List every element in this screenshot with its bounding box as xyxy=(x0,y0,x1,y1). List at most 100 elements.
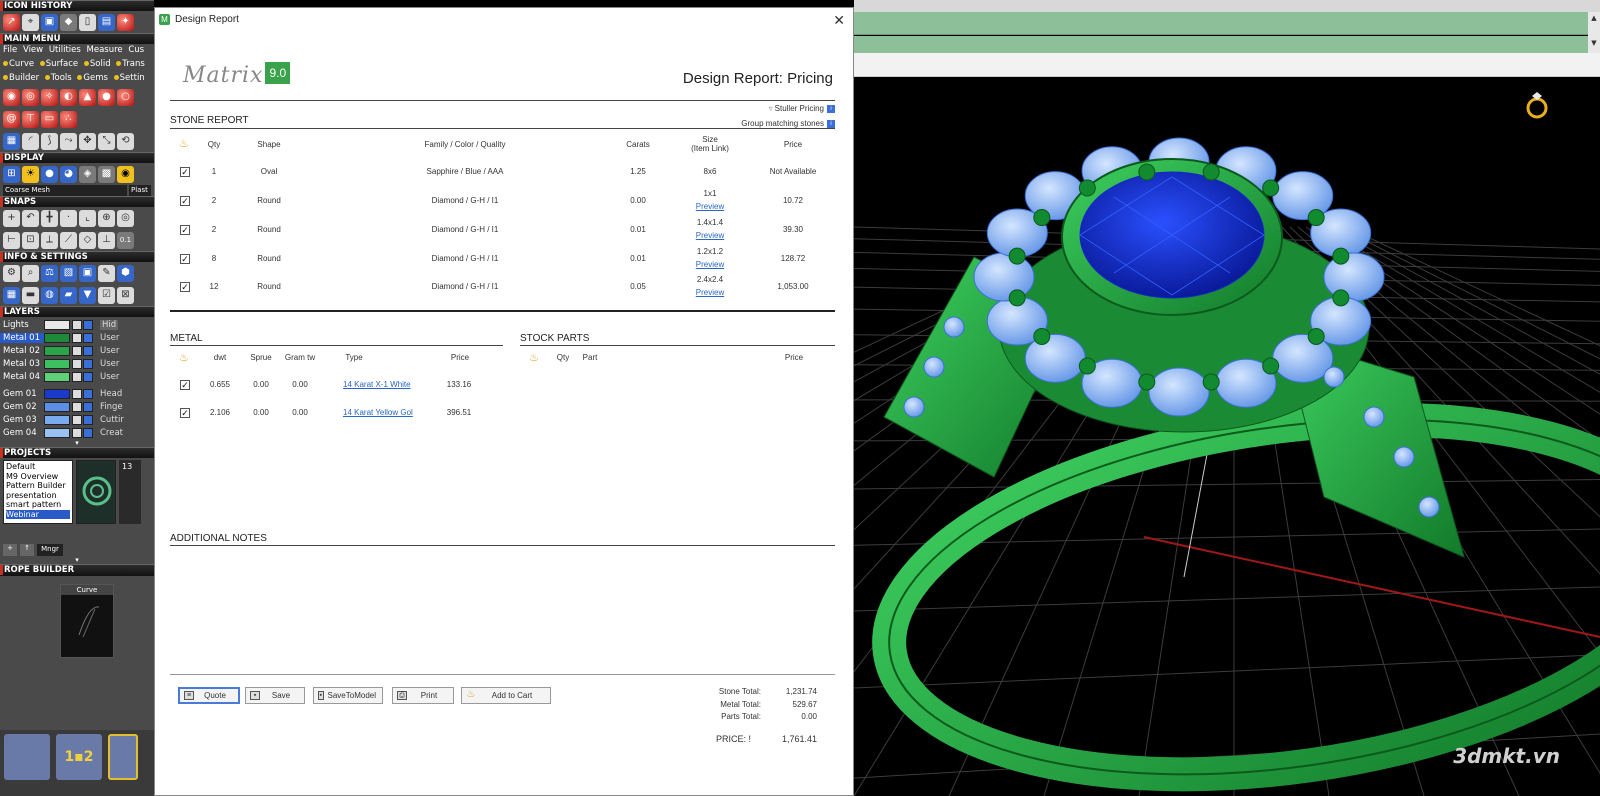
project-list[interactable]: Default M9 Overview Pattern Builder present… xyxy=(3,460,73,524)
ring-icon[interactable]: ○ xyxy=(117,88,134,106)
icon-history-header[interactable]: ICON HISTORY xyxy=(0,0,154,11)
layer-lock-toggle[interactable] xyxy=(83,332,93,343)
command-scroll[interactable]: ▲ ▼ xyxy=(1588,12,1600,53)
shank-icon[interactable]: ● xyxy=(98,88,115,106)
additional-notes-field[interactable] xyxy=(170,548,835,668)
save-to-model-button[interactable]: ▪ SaveToModel xyxy=(313,687,383,704)
layer-lock-toggle[interactable] xyxy=(83,427,93,438)
intersect-snap-icon[interactable]: ╋ xyxy=(41,209,58,227)
layers-header[interactable]: LAYERS xyxy=(0,306,154,317)
settings-gear-icon[interactable]: ⚙ xyxy=(3,264,20,282)
metal-type-link[interactable]: 14 Karat X-1 White xyxy=(343,378,423,391)
rope-builder-header[interactable]: ROPE BUILDER xyxy=(0,564,154,576)
volume-icon[interactable]: ▧ xyxy=(60,264,77,282)
layer-visibility-toggle[interactable] xyxy=(72,401,82,412)
rotate-icon[interactable]: ⟲ xyxy=(117,132,134,150)
cube-info-icon[interactable]: ▣ xyxy=(79,264,96,282)
render-sphere-icon[interactable]: ◕ xyxy=(60,165,77,183)
metal-type-link[interactable]: 14 Karat Yellow Gol xyxy=(343,406,423,419)
stuller-info-icon[interactable]: i xyxy=(827,104,835,113)
grid-display-icon[interactable]: ⊞ xyxy=(3,165,20,183)
mid-snap-icon[interactable]: ⊢ xyxy=(3,231,20,249)
snap-value-field[interactable]: 0.1 xyxy=(117,231,134,249)
menu-solid[interactable]: Solid xyxy=(90,59,111,69)
project-list-item[interactable]: Webinar xyxy=(6,509,70,519)
stone-preview-link[interactable]: Preview xyxy=(675,258,745,271)
stone-preview-link[interactable]: Preview xyxy=(675,229,745,242)
stone-row-checkbox[interactable]: ✓ xyxy=(180,225,190,235)
dialog-titlebar[interactable]: M Design Report xyxy=(155,8,853,31)
layer-color-swatch[interactable] xyxy=(44,401,70,412)
projects-collapse-icon[interactable]: ▾ xyxy=(0,556,154,564)
3d-viewport[interactable]: 3dmkt.vn xyxy=(854,77,1600,796)
menu-gems[interactable]: Gems xyxy=(83,73,108,83)
bead-icon[interactable]: ∴ xyxy=(60,110,77,128)
move-icon[interactable]: ✥ xyxy=(79,132,96,150)
display-mode-select[interactable]: Coarse Mesh xyxy=(3,185,127,196)
page-tool-icon[interactable]: ▯ xyxy=(79,13,96,31)
scale-icon[interactable]: ⤡ xyxy=(98,132,115,150)
selected-thumbnail-icon[interactable] xyxy=(108,734,138,780)
tangent-snap-icon[interactable]: ⊡ xyxy=(22,231,39,249)
prong-icon[interactable]: ✧ xyxy=(41,88,58,106)
stone-preview-link[interactable]: Preview xyxy=(675,286,745,299)
checklist-icon[interactable]: ☑ xyxy=(98,286,115,304)
globe-icon[interactable]: ◍ xyxy=(41,286,58,304)
bezel-icon[interactable]: ◎ xyxy=(22,88,39,106)
ring-rail-icon[interactable]: ◉ xyxy=(3,88,20,106)
project-list-item[interactable]: presentation xyxy=(6,491,70,501)
wire-display-icon[interactable]: ◈ xyxy=(79,165,96,183)
stone-row-checkbox[interactable]: ✓ xyxy=(180,282,190,292)
layer-lock-toggle[interactable] xyxy=(83,345,93,356)
menu-surface[interactable]: Surface xyxy=(46,59,78,69)
array-icon[interactable]: ▦ xyxy=(3,132,20,150)
layer-lock-toggle[interactable] xyxy=(83,401,93,412)
menu-measure[interactable]: Measure xyxy=(87,45,123,55)
curve-edit-icon[interactable]: ⟆ xyxy=(41,132,58,150)
layer-visibility-toggle[interactable] xyxy=(72,388,82,399)
layer-lock-toggle[interactable] xyxy=(83,388,93,399)
stone-row-checkbox[interactable]: ✓ xyxy=(180,196,190,206)
hide-button[interactable]: Hid xyxy=(100,319,119,330)
print-button[interactable]: ⎙ Print xyxy=(392,687,454,704)
group-matching-option[interactable]: Group matching stones i xyxy=(741,119,835,128)
quote-button[interactable]: ≡ Quote xyxy=(178,687,240,704)
curve-snap-icon[interactable]: ↶ xyxy=(22,209,39,227)
metal-row-checkbox[interactable]: ✓ xyxy=(180,380,190,390)
plane-snap-icon[interactable]: ◇ xyxy=(79,231,96,249)
oval-gem-icon[interactable]: ◐ xyxy=(60,88,77,106)
layer-color-swatch[interactable] xyxy=(44,332,70,343)
main-menu-header[interactable]: MAIN MENU xyxy=(0,33,154,44)
layer-row[interactable]: Gem 01 Head xyxy=(0,387,154,400)
ortho-snap-icon[interactable]: ⊥ xyxy=(98,231,115,249)
layer-lock-toggle[interactable] xyxy=(83,371,93,382)
frame-icon[interactable]: ▭ xyxy=(41,110,58,128)
group-info-icon[interactable]: i xyxy=(827,119,835,128)
center-snap-icon[interactable]: ⊕ xyxy=(98,209,115,227)
shaded-sphere-icon[interactable]: ● xyxy=(41,165,58,183)
layer-row[interactable]: Metal 03 User xyxy=(0,357,154,370)
grid-snap-icon[interactable]: + xyxy=(3,209,20,227)
rebuild-icon[interactable]: ⤳ xyxy=(60,132,77,150)
display-header[interactable]: DISPLAY xyxy=(0,152,154,163)
material-mode-select[interactable]: Plast xyxy=(129,185,151,196)
layer-color-swatch[interactable] xyxy=(44,388,70,399)
layer-color-swatch[interactable] xyxy=(44,427,70,438)
command-history-bar[interactable] xyxy=(854,36,1590,53)
layer-visibility-toggle[interactable] xyxy=(72,427,82,438)
filter-icon[interactable]: ▼ xyxy=(79,286,96,304)
near-snap-icon[interactable]: ⟋ xyxy=(60,231,77,249)
layer-tool-icon[interactable]: ▤ xyxy=(98,13,115,31)
project-list-item[interactable]: M9 Overview xyxy=(6,472,70,482)
layer-visibility-toggle[interactable] xyxy=(72,371,82,382)
arc-icon[interactable]: ◜ xyxy=(22,132,39,150)
add-to-cart-button[interactable]: ♨ Add to Cart xyxy=(461,687,551,704)
menu-view[interactable]: View xyxy=(23,45,43,55)
material-display-icon[interactable]: ▩ xyxy=(98,165,115,183)
projects-header[interactable]: PROJECTS xyxy=(0,447,154,458)
compare-icon[interactable]: ⊠ xyxy=(117,286,134,304)
close-icon[interactable]: ✕ xyxy=(833,12,845,29)
menu-transform[interactable]: Trans xyxy=(122,59,144,69)
layer-lock-toggle[interactable] xyxy=(83,319,93,330)
info-settings-header[interactable]: INFO & SETTINGS xyxy=(0,251,154,262)
